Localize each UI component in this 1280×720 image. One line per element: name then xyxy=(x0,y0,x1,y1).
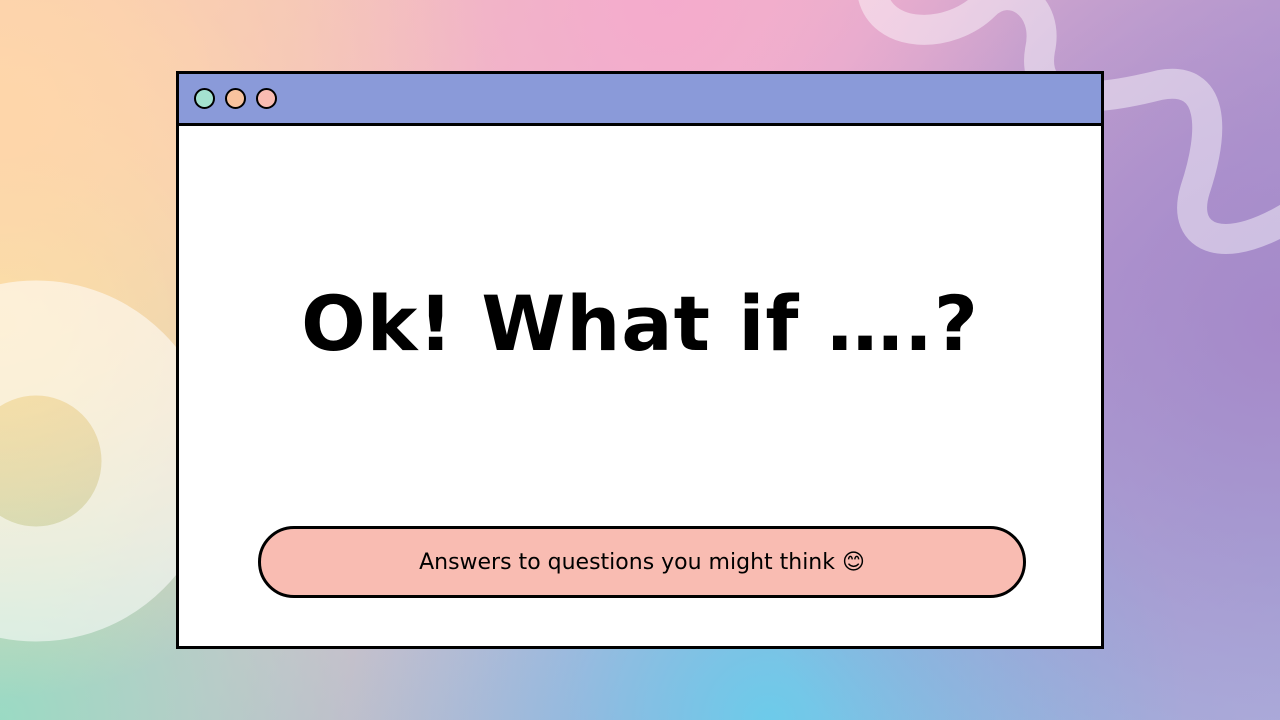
browser-window: Ok! What if ….? Answers to questions you… xyxy=(176,71,1104,649)
subtitle-text: Answers to questions you might think 😊 xyxy=(419,549,865,575)
window-control-mint-icon[interactable] xyxy=(194,88,215,109)
window-control-pink-icon[interactable] xyxy=(256,88,277,109)
slide-title: Ok! What if ….? xyxy=(301,279,979,368)
window-control-peach-icon[interactable] xyxy=(225,88,246,109)
subtitle-pill: Answers to questions you might think 😊 xyxy=(258,526,1026,598)
ring-decoration xyxy=(0,280,217,642)
window-titlebar xyxy=(179,74,1101,126)
